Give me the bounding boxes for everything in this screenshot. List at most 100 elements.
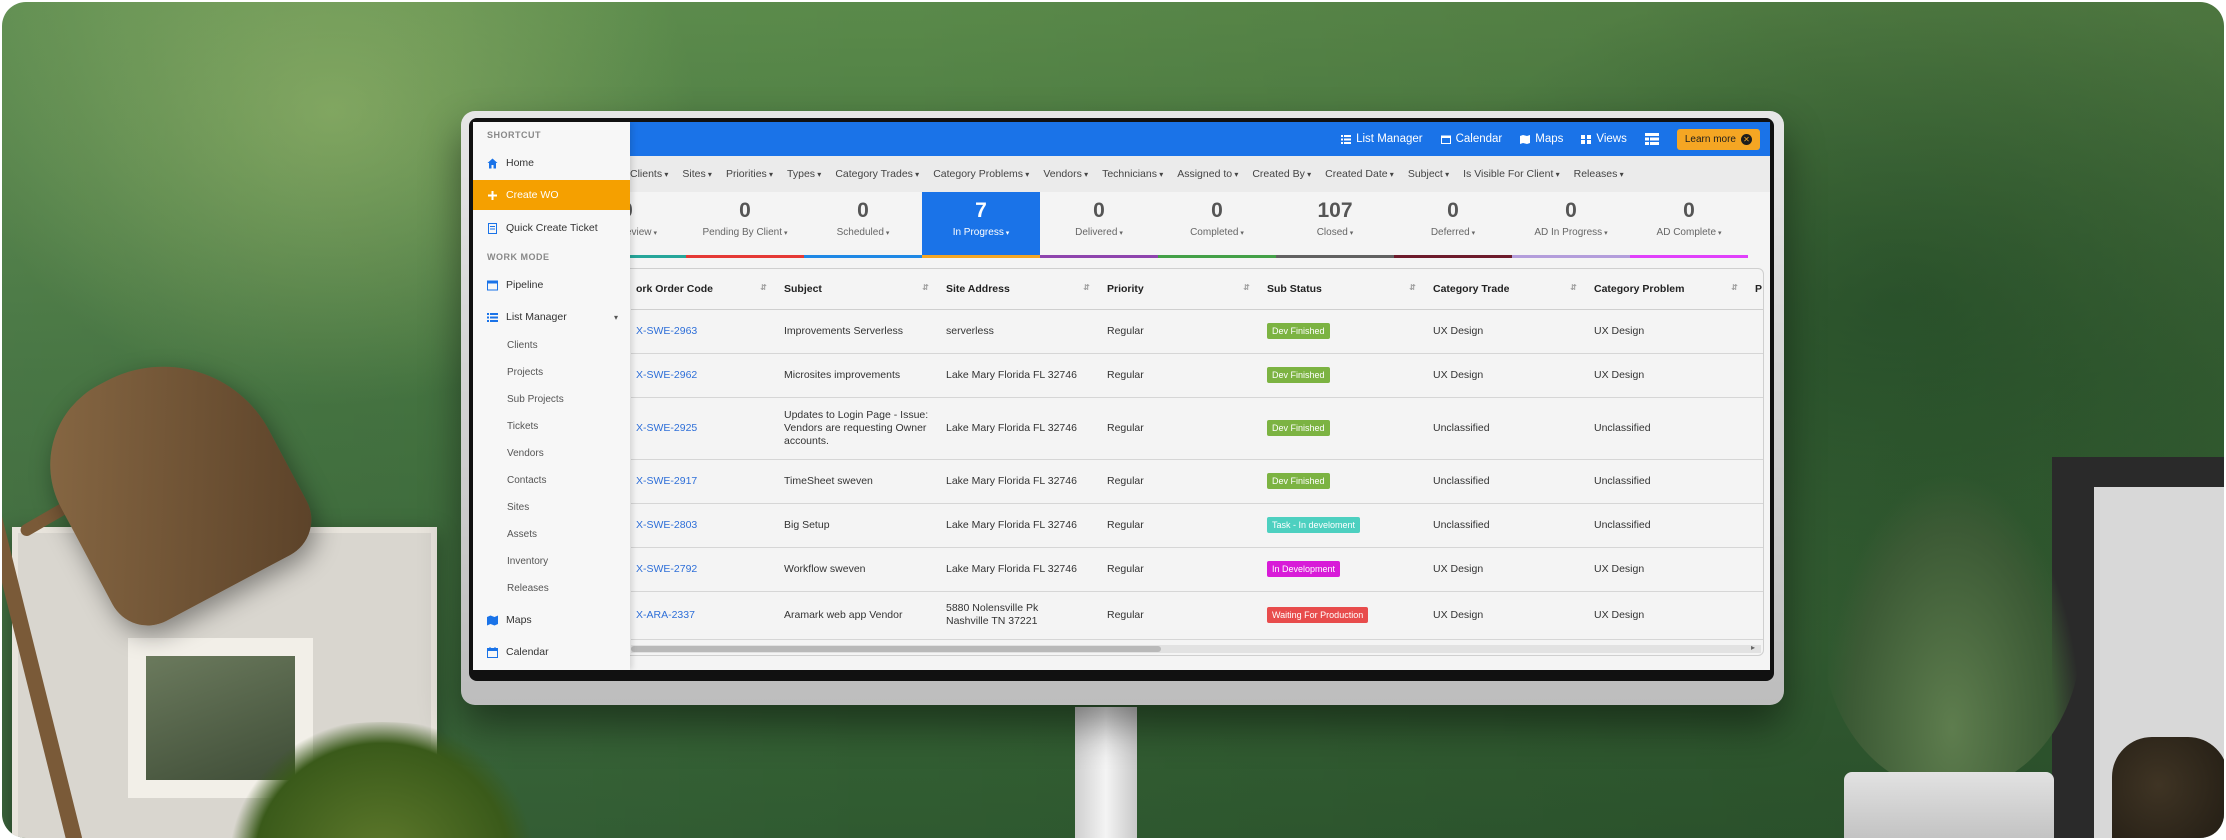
work-order-code-link[interactable]: X-SWE-2963 [631,309,779,354]
work-order-code-link[interactable]: X-SWE-2925 [631,397,779,460]
sidebar-item-maps[interactable]: Maps [473,605,630,635]
column-header[interactable]: ork Order Code ⇵ [631,269,779,310]
category-problem-cell: Unclassified [1589,459,1750,504]
status-badge: Waiting For Production [1267,607,1369,623]
filter-vendors[interactable]: Vendors [1043,168,1088,180]
stat-ad-in-progress[interactable]: 0 AD In Progress [1512,192,1630,258]
column-header[interactable]: Priority ⇵ [1102,269,1262,310]
table-row[interactable]: X-SWE-2925 Updates to Login Page - Issue… [631,397,1763,460]
filter-priorities[interactable]: Priorities [726,168,773,180]
column-header[interactable]: P [1750,269,1763,310]
top-navigation-bar: List Manager Calendar Maps Views Learn m… [473,122,1770,156]
filter-visible-for-client[interactable]: Is Visible For Client [1463,168,1560,180]
stat-closed[interactable]: 107 Closed [1276,192,1394,258]
sort-icon[interactable]: ⇵ [922,283,929,292]
stat-pending-by-client[interactable]: 0 Pending By Client [686,192,804,258]
sort-icon[interactable]: ⇵ [1083,283,1090,292]
table-row[interactable]: X-SWE-2803 Big Setup Lake Mary Florida F… [631,503,1763,548]
stat-color-bar [1158,255,1276,258]
sidebar-subitem-inventory[interactable]: Inventory [507,556,548,567]
maps-link[interactable]: Maps [1520,133,1563,145]
sidebar-subitem-projects[interactable]: Projects [507,367,543,378]
filter-releases[interactable]: Releases [1574,168,1624,180]
sort-icon[interactable]: ⇵ [1409,283,1416,292]
sidebar-item-quick-create[interactable]: Quick Create Ticket [473,213,630,243]
monitor-stand [1075,707,1137,838]
filter-technicians[interactable]: Technicians [1102,168,1163,180]
stat-ad-complete[interactable]: 0 AD Complete [1630,192,1748,258]
subject-cell: Microsites improvements [779,353,941,398]
sidebar-item-label: List Manager [506,311,567,323]
sort-icon[interactable]: ⇵ [1570,283,1577,292]
filter-created-date[interactable]: Created Date [1325,168,1394,180]
sidebar-subitem-vendors[interactable]: Vendors [507,448,544,459]
sidebar-subitem-clients[interactable]: Clients [507,340,538,351]
learn-more-button[interactable]: Learn more ✕ [1676,128,1760,150]
sidebar-item-pipeline[interactable]: Pipeline [473,270,630,300]
stat-count: 0 [1093,199,1105,222]
stat-scheduled[interactable]: 0 Scheduled [804,192,922,258]
sidebar-item-label: Quick Create Ticket [506,222,598,234]
stat-count: 0 [1683,199,1695,222]
column-header[interactable]: Subject ⇵ [779,269,941,310]
work-order-code-link[interactable]: X-SWE-2917 [631,459,779,504]
sidebar-item-create-wo[interactable]: Create WO [473,180,630,210]
sidebar-subitem-releases[interactable]: Releases [507,583,549,594]
learn-more-label: Learn more [1684,133,1736,145]
site-address-cell: serverless [941,309,1102,354]
stat-delivered[interactable]: 0 Delivered [1040,192,1158,258]
work-order-code-link[interactable]: X-SWE-2962 [631,353,779,398]
grid-icon [1581,134,1592,144]
table-row[interactable]: X-SWE-2962 Microsites improvements Lake … [631,353,1763,398]
sort-icon[interactable]: ⇵ [1731,283,1738,292]
filter-created-by[interactable]: Created By [1252,168,1311,180]
sort-icon[interactable]: ⇵ [760,283,767,292]
status-badge: Dev Finished [1267,367,1330,383]
views-link[interactable]: Views [1581,133,1627,145]
sidebar-subitem-sub-projects[interactable]: Sub Projects [507,394,564,405]
sidebar-item-calendar[interactable]: Calendar [473,637,630,667]
filter-category-problems[interactable]: Category Problems [933,168,1029,180]
list-manager-link[interactable]: List Manager [1341,133,1423,145]
column-header[interactable]: Category Trade ⇵ [1428,269,1589,310]
column-header[interactable]: Site Address ⇵ [941,269,1102,310]
filter-types[interactable]: Types [787,168,821,180]
sidebar-subitem-tickets[interactable]: Tickets [507,421,538,432]
stat-count: 0 [739,199,751,222]
column-header[interactable]: Category Problem ⇵ [1589,269,1750,310]
sidebar-subitem-contacts[interactable]: Contacts [507,475,546,486]
filter-clients[interactable]: Clients [630,168,668,180]
stat-color-bar [1394,255,1512,258]
sidebar-item-list-manager[interactable]: List Manager ▾ [473,302,630,332]
work-order-code-link[interactable]: X-SWE-2803 [631,503,779,548]
calendar-link[interactable]: Calendar [1440,133,1502,145]
table-row[interactable]: X-ARA-2337 Aramark web app Vendor 5880 N… [631,591,1763,640]
stat-in-progress[interactable]: 7 In Progress [922,192,1040,258]
filter-sites[interactable]: Sites [682,168,712,180]
stat-color-bar [1512,255,1630,258]
column-header[interactable]: Sub Status ⇵ [1262,269,1428,310]
table-view-icon[interactable] [1644,133,1659,145]
close-icon[interactable]: ✕ [1741,133,1752,145]
sidebar-item-label: Home [506,157,535,169]
table-row[interactable]: X-SWE-2917 TimeSheet sweven Lake Mary Fl… [631,459,1763,504]
table-row[interactable]: X-SWE-2792 Workflow sweven Lake Mary Flo… [631,547,1763,592]
work-order-code-link[interactable]: X-SWE-2792 [631,547,779,592]
site-address-cell: Lake Mary Florida FL 32746 [941,547,1102,592]
sort-icon[interactable]: ⇵ [1243,283,1250,292]
stat-completed[interactable]: 0 Completed [1158,192,1276,258]
horizontal-scrollbar[interactable]: ▸ [631,643,1761,653]
filter-assigned-to[interactable]: Assigned to [1177,168,1238,180]
scrollbar-thumb[interactable] [631,646,1161,652]
column-header-label: Category Trade [1433,282,1510,295]
sidebar-subitem-assets[interactable]: Assets [507,529,537,540]
work-order-code-link[interactable]: X-ARA-2337 [631,591,779,640]
sidebar-subitem-sites[interactable]: Sites [507,502,529,513]
table-row[interactable]: X-SWE-2963 Improvements Serverless serve… [631,309,1763,354]
sidebar-item-home[interactable]: Home [473,148,630,178]
filter-subject[interactable]: Subject [1408,168,1449,180]
scroll-right-arrow-icon[interactable]: ▸ [1751,643,1755,652]
stat-deferred[interactable]: 0 Deferred [1394,192,1512,258]
filter-category-trades[interactable]: Category Trades [835,168,919,180]
chevron-down-icon[interactable]: ▾ [614,313,618,322]
